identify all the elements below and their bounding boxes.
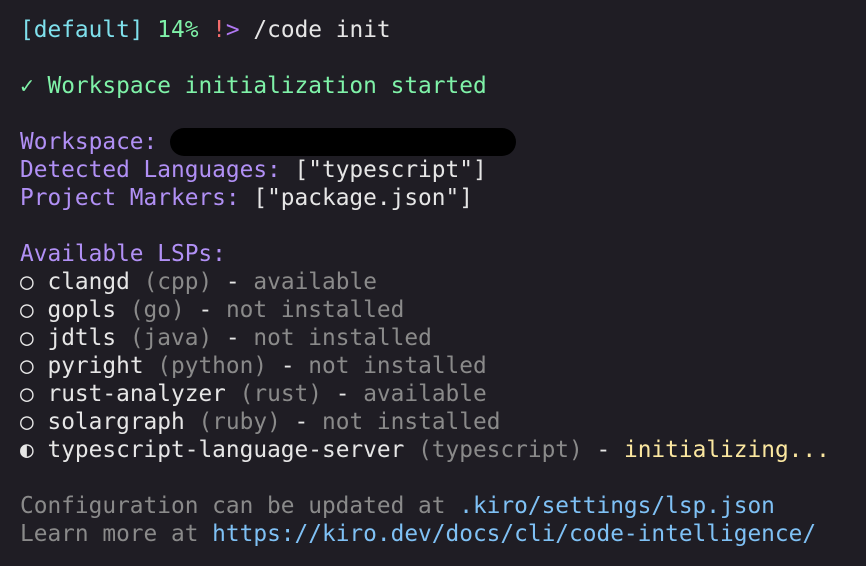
lsp-separator: - [596,437,611,463]
lsp-separator: - [280,353,295,379]
lsp-item: ○ gopls (go) - not installed [20,296,866,324]
lsp-name: pyright [47,353,144,379]
check-icon: ✓ [20,73,34,99]
lsp-name: typescript-language-server [47,437,405,463]
lsp-item: ○ pyright (python) - not installed [20,352,866,380]
lsp-name: jdtls [47,325,117,351]
terminal: [default] 14% !> /code init ✓ Workspace … [0,0,866,548]
lsp-language: (typescript) [418,437,583,463]
learn-text: Learn more at [20,521,199,547]
config-text: Configuration can be updated at [20,493,446,519]
half-circle-icon: ◐ [20,437,34,463]
lsp-item: ○ rust-analyzer (rust) - available [20,380,866,408]
prompt-line: [default] 14% !> /code init [20,16,866,44]
lsp-item: ○ clangd (cpp) - available [20,268,866,296]
redacted-workspace-path [170,128,517,156]
lsp-separator: - [294,409,309,435]
lsp-language: (python) [157,353,268,379]
circle-icon: ○ [20,353,34,379]
lsp-name: gopls [47,297,117,323]
lsp-status: not installed [322,409,501,435]
markers-label: Project Markers: [20,185,240,211]
circle-icon: ○ [20,409,34,435]
lsp-status: not installed [308,353,487,379]
languages-value: ["typescript"] [294,157,487,183]
lsp-status: initializing... [623,437,830,463]
status-text: Workspace initialization started [47,73,487,99]
lsp-language: (ruby) [198,409,281,435]
lsp-item: ◐ typescript-language-server (typescript… [20,436,866,464]
status-line: ✓ Workspace initialization started [20,72,866,100]
lsp-language: (rust) [239,381,322,407]
markers-line: Project Markers: ["package.json"] [20,184,866,212]
languages-label: Detected Languages: [20,157,281,183]
lsp-name: rust-analyzer [47,381,226,407]
profile: [default] [20,17,144,43]
lsp-status: not installed [253,325,432,351]
circle-icon: ○ [20,325,34,351]
workspace-line: Workspace: [20,128,866,156]
lsp-language: (java) [129,325,213,351]
prompt-bang: ! [212,17,226,43]
lsps-title: Available LSPs: [20,241,226,267]
lsp-separator: - [335,381,350,407]
command: /code init [253,17,391,43]
lsp-item: ○ jdtls (java) - not installed [20,324,866,352]
lsp-separator: - [198,297,213,323]
context-percent: 14% [157,17,199,43]
lsp-name: clangd [47,269,130,295]
lsp-language: (cpp) [143,269,213,295]
markers-value: ["package.json"] [253,185,473,211]
config-path-link[interactable]: .kiro/settings/lsp.json [459,493,775,519]
lsp-language: (go) [129,297,185,323]
lsp-item: ○ solargraph (ruby) - not installed [20,408,866,436]
prompt-arrow: > [225,17,240,43]
config-line: Configuration can be updated at .kiro/se… [20,492,866,520]
circle-icon: ○ [20,381,34,407]
circle-icon: ○ [20,269,34,295]
workspace-label: Workspace: [20,129,158,155]
languages-line: Detected Languages: ["typescript"] [20,156,866,184]
lsp-separator: - [225,325,240,351]
lsp-status: available [253,269,377,295]
lsp-list: ○ clangd (cpp) - available ○ gopls (go) -… [20,268,866,464]
lsp-status: not installed [225,297,405,323]
lsp-status: available [363,381,487,407]
lsp-separator: - [225,269,240,295]
circle-icon: ○ [20,297,34,323]
lsp-name: solargraph [47,409,185,435]
learn-line: Learn more at https://kiro.dev/docs/cli/… [20,520,866,548]
docs-link[interactable]: https://kiro.dev/docs/cli/code-intellige… [212,521,816,547]
